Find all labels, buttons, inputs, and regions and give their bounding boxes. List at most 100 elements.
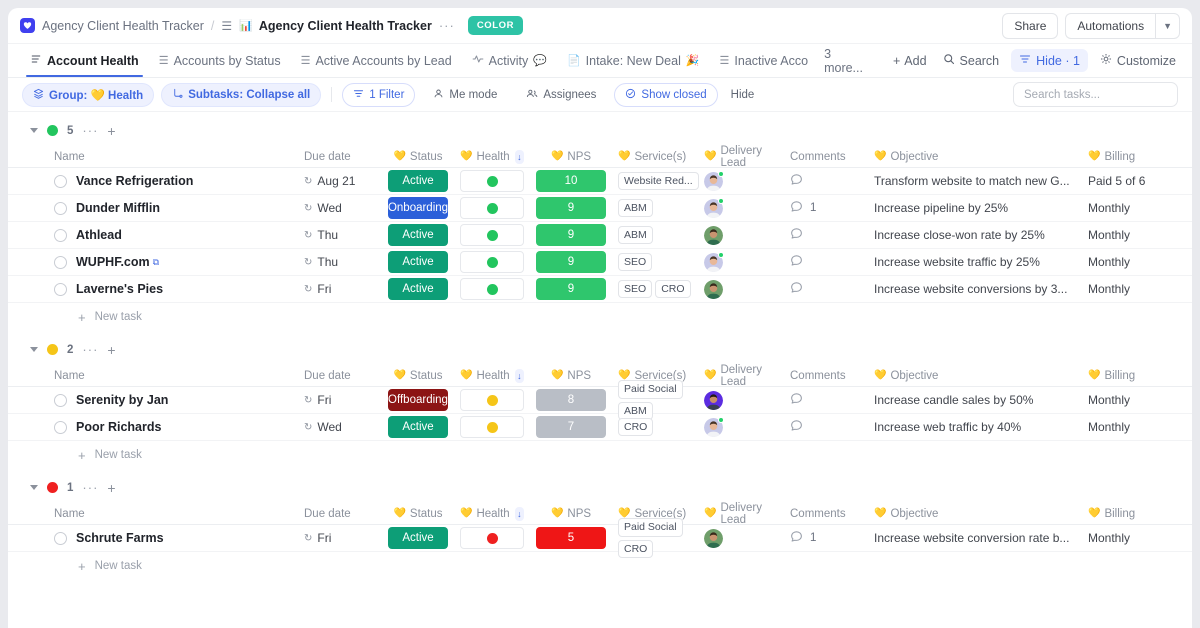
avatar[interactable] — [704, 225, 723, 245]
avatar[interactable] — [704, 528, 723, 548]
group-more-icon[interactable]: ··· — [82, 480, 98, 495]
objective-cell[interactable]: Transform website to match new G... — [868, 174, 1082, 188]
status-cell[interactable]: Active — [382, 278, 454, 300]
table-row[interactable]: Dunder Mifflin ↻ Wed Onboarding 9 ABM 1 Increas… — [8, 195, 1192, 222]
status-badge[interactable]: Active — [388, 278, 448, 300]
comment-bubble-icon[interactable] — [790, 392, 803, 408]
objective-cell[interactable]: Increase website conversion rate b... — [868, 531, 1082, 545]
service-tag[interactable]: Paid Social — [618, 380, 683, 399]
nps-badge[interactable]: 9 — [536, 278, 606, 300]
col-nps[interactable]: 💛 NPS — [530, 370, 612, 382]
health-indicator[interactable] — [460, 170, 524, 192]
task-name-cell[interactable]: Schrute Farms — [8, 531, 298, 545]
task-name-cell[interactable]: Serenity by Jan — [8, 393, 298, 407]
services-cell[interactable]: CRO — [612, 417, 698, 437]
show-closed-chip[interactable]: Show closed — [614, 82, 718, 107]
task-complete-checkbox[interactable] — [54, 420, 67, 434]
status-badge[interactable]: Active — [388, 527, 448, 549]
col-billing[interactable]: 💛 Billing — [1082, 508, 1162, 520]
task-complete-checkbox[interactable] — [54, 393, 67, 407]
col-delivery-lead[interactable]: 💛 Delivery Lead — [698, 364, 784, 388]
col-objective[interactable]: 💛 Objective — [868, 508, 1082, 520]
col-objective[interactable]: 💛 Objective — [868, 151, 1082, 163]
health-indicator[interactable] — [460, 389, 524, 411]
task-name[interactable]: Vance Refrigeration — [76, 174, 193, 188]
col-comments[interactable]: Comments — [784, 151, 868, 163]
due-date-cell[interactable]: ↻ Fri — [298, 282, 382, 296]
group-more-icon[interactable]: ··· — [82, 342, 98, 357]
col-due-date[interactable]: Due date — [298, 508, 382, 520]
status-cell[interactable]: Active — [382, 224, 454, 246]
delivery-lead-cell[interactable] — [698, 225, 784, 245]
tab-activity[interactable]: Activity 💬 — [462, 44, 557, 77]
status-badge[interactable]: Active — [388, 224, 448, 246]
comment-bubble-icon[interactable] — [790, 281, 803, 297]
tab-inactive-accounts[interactable]: ☰ Inactive Acco — [710, 44, 819, 77]
comment-bubble-icon[interactable] — [790, 173, 803, 189]
col-delivery-lead[interactable]: 💛 Delivery Lead — [698, 502, 784, 526]
assignees-chip[interactable]: Assignees — [515, 82, 608, 107]
nps-cell[interactable]: 10 — [530, 170, 612, 192]
delivery-lead-cell[interactable] — [698, 390, 784, 410]
delivery-lead-cell[interactable] — [698, 251, 784, 272]
services-cell[interactable]: Paid Social CRO — [612, 518, 698, 558]
health-indicator[interactable] — [460, 224, 524, 246]
automations-caret-icon[interactable]: ▼ — [1155, 12, 1180, 39]
health-indicator[interactable] — [460, 416, 524, 438]
automations-button[interactable]: Automations — [1065, 12, 1156, 39]
collapse-caret-icon[interactable] — [30, 128, 38, 133]
status-badge[interactable]: Onboarding — [388, 197, 448, 219]
group-more-icon[interactable]: ··· — [82, 123, 98, 138]
more-tabs-button[interactable]: 3 more... — [818, 47, 869, 75]
billing-cell[interactable]: Monthly — [1082, 201, 1162, 215]
service-tag[interactable]: SEO — [618, 279, 653, 299]
objective-cell[interactable]: Increase close-won rate by 25% — [868, 228, 1082, 242]
health-cell[interactable] — [454, 224, 530, 246]
service-tag[interactable]: ABM — [618, 225, 653, 245]
task-name[interactable]: Athlead — [76, 228, 122, 242]
add-view-button[interactable]: + Add — [885, 54, 935, 68]
health-indicator[interactable] — [460, 527, 524, 549]
list-menu-icon[interactable]: ☰ — [221, 19, 232, 33]
objective-cell[interactable]: Increase candle sales by 50% — [868, 393, 1082, 407]
task-name-cell[interactable]: Vance Refrigeration — [8, 174, 298, 188]
share-button[interactable]: Share — [1002, 12, 1059, 39]
billing-cell[interactable]: Monthly — [1082, 282, 1162, 296]
objective-cell[interactable]: Increase pipeline by 25% — [868, 201, 1082, 215]
col-objective[interactable]: 💛 Objective — [868, 370, 1082, 382]
hide-filters-button[interactable]: Hide — [725, 89, 761, 101]
service-tag[interactable]: Paid Social — [618, 518, 683, 537]
due-date-cell[interactable]: ↻ Fri — [298, 393, 382, 407]
col-billing[interactable]: 💛 Billing — [1082, 151, 1162, 163]
delivery-lead-cell[interactable] — [698, 279, 784, 299]
service-tag[interactable]: CRO — [655, 279, 691, 299]
health-cell[interactable] — [454, 389, 530, 411]
tab-accounts-by-status[interactable]: ☰ Accounts by Status — [149, 44, 291, 77]
task-complete-checkbox[interactable] — [54, 282, 67, 296]
status-cell[interactable]: Active — [382, 527, 454, 549]
due-date-cell[interactable]: ↻ Aug 21 — [298, 174, 382, 188]
avatar[interactable] — [704, 197, 724, 218]
health-indicator[interactable] — [460, 278, 524, 300]
status-cell[interactable]: Active — [382, 251, 454, 273]
new-task-row[interactable]: + New task — [8, 552, 1192, 580]
service-tag[interactable]: ABM — [618, 198, 653, 218]
sort-desc-icon[interactable]: ↓ — [514, 506, 524, 521]
health-cell[interactable] — [454, 278, 530, 300]
task-name-cell[interactable]: Poor Richards — [8, 420, 298, 434]
col-health[interactable]: 💛 Health ↓ — [454, 368, 530, 383]
group-add-icon[interactable]: + — [107, 343, 115, 357]
table-row[interactable]: Serenity by Jan ↻ Fri Offboarding 8 Paid Soci… — [8, 380, 1192, 420]
customize-button[interactable]: Customize — [1092, 49, 1184, 72]
task-name[interactable]: Schrute Farms — [76, 531, 164, 545]
group-add-icon[interactable]: + — [107, 124, 115, 138]
health-indicator[interactable] — [460, 197, 524, 219]
objective-cell[interactable]: Increase website traffic by 25% — [868, 255, 1082, 269]
col-comments[interactable]: Comments — [784, 508, 868, 520]
search-tasks-input[interactable] — [1024, 88, 1167, 101]
objective-cell[interactable]: Increase web traffic by 40% — [868, 420, 1082, 434]
task-complete-checkbox[interactable] — [54, 531, 67, 545]
delivery-lead-cell[interactable] — [698, 416, 784, 437]
due-date-cell[interactable]: ↻ Thu — [298, 255, 382, 269]
task-name[interactable]: WUPHF.com — [76, 255, 150, 269]
